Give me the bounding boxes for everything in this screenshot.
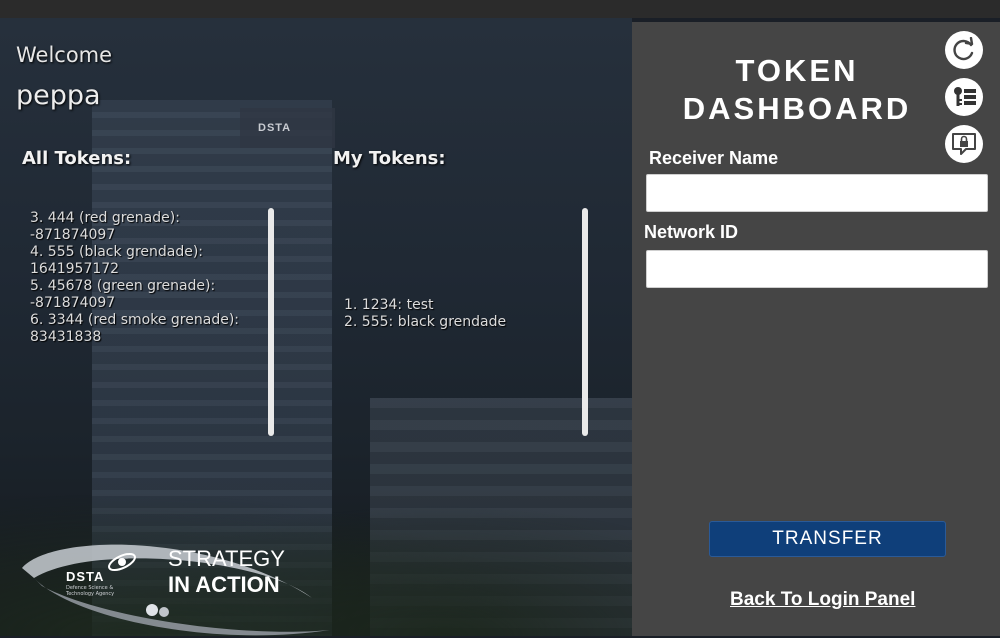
- list-item: 4. 555 (black grendade): 1641957172: [30, 244, 204, 277]
- my-tokens-list: 1. 1234: test 2. 555: black grendade: [344, 297, 574, 331]
- all-tokens-scrollbar[interactable]: [268, 208, 274, 436]
- panel-title-line1: TOKEN: [735, 53, 859, 88]
- welcome-label: Welcome: [16, 43, 113, 67]
- refresh-icon: [953, 37, 974, 61]
- all-tokens-list: 3. 444 (red grenade): -871874097 4. 555 …: [30, 210, 268, 346]
- token-list-icon: [954, 87, 976, 106]
- list-item: 2. 555: black grendade: [344, 314, 507, 330]
- transfer-button[interactable]: TRANSFER: [709, 521, 946, 557]
- tagline-in-action: IN ACTION: [168, 572, 280, 597]
- window-top-bar: [0, 0, 1000, 18]
- secure-message-button[interactable]: [945, 125, 983, 163]
- receiver-name-input[interactable]: [646, 174, 988, 212]
- list-item: 5. 45678 (green grenade): -871874097: [30, 278, 216, 311]
- panel-title: TOKEN DASHBOARD: [632, 52, 962, 128]
- tagline-strategy: STRATEGY: [168, 546, 285, 571]
- network-id-input[interactable]: [646, 250, 988, 288]
- secure-message-icon: [952, 133, 976, 155]
- building-sign: DSTA: [258, 122, 292, 134]
- username-label: peppa: [16, 80, 101, 111]
- receiver-name-label: Receiver Name: [649, 148, 779, 168]
- all-tokens-title: All Tokens:: [22, 148, 132, 169]
- back-to-login-link[interactable]: Back To Login Panel: [730, 589, 915, 611]
- list-item: 6. 3344 (red smoke grenade): 83431838: [30, 312, 239, 345]
- token-list-button[interactable]: [945, 78, 983, 116]
- list-item: 1. 1234: test: [344, 297, 434, 313]
- dsta-logo-subtext: Defence Science & Technology Agency: [66, 585, 115, 597]
- panel-title-line2: DASHBOARD: [682, 91, 912, 126]
- list-item: 3. 444 (red grenade): -871874097: [30, 210, 180, 243]
- refresh-button[interactable]: [945, 31, 983, 69]
- my-tokens-scrollbar[interactable]: [582, 208, 588, 436]
- token-dashboard-panel: TOKEN DASHBOARD Receiver Name Network ID…: [632, 22, 1000, 636]
- my-tokens-title: My Tokens:: [333, 148, 446, 169]
- network-id-label: Network ID: [644, 222, 739, 242]
- dsta-logo-text: DSTA: [66, 569, 105, 584]
